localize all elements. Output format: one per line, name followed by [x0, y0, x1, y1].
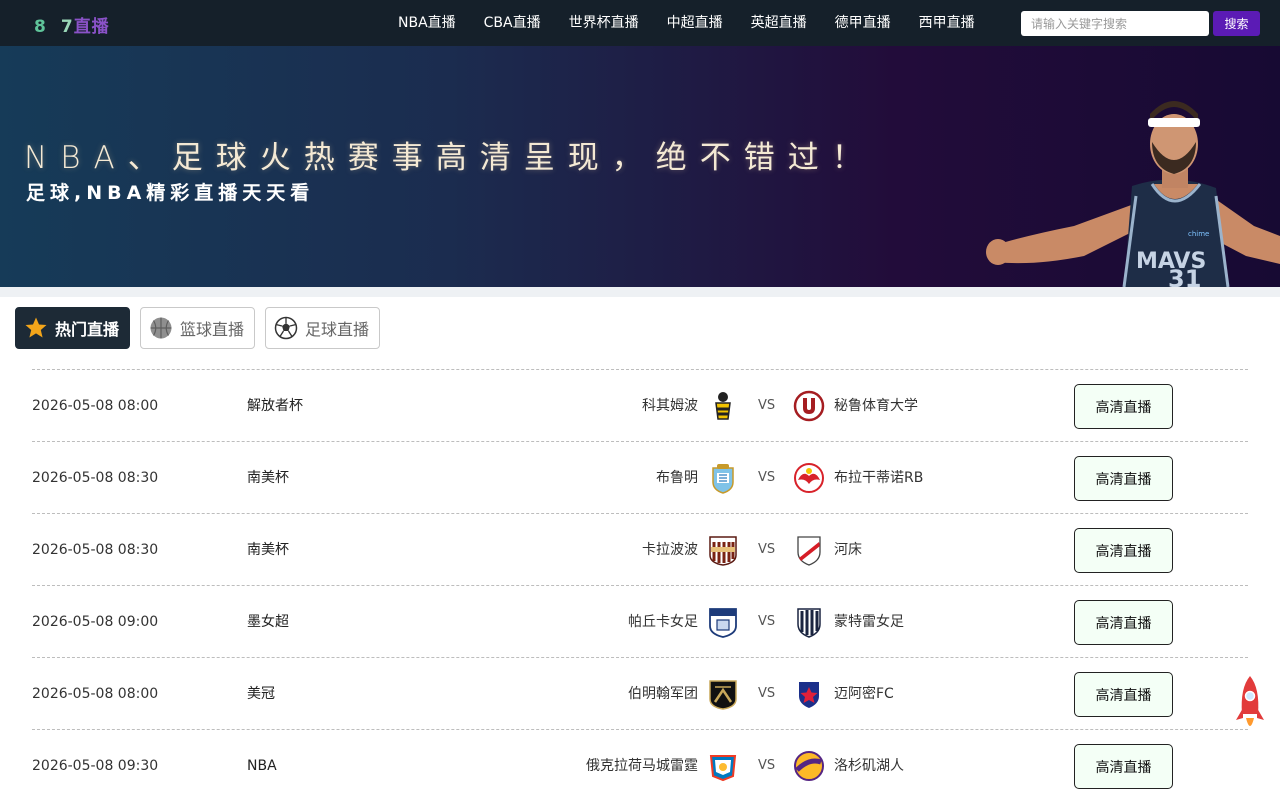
- match-time: 2026-05-08 09:00: [32, 614, 159, 630]
- match-time: 2026-05-08 08:00: [32, 686, 159, 702]
- main-nav: NBA直播 CBA直播 世界杯直播 中超直播 英超直播 德甲直播 西甲直播: [384, 0, 989, 46]
- home-team-logo: [709, 536, 737, 566]
- nav-laliga[interactable]: 西甲直播: [919, 0, 975, 46]
- back-to-top-rocket-icon[interactable]: [1234, 674, 1266, 736]
- home-team-name: 伯明翰军团: [628, 686, 698, 702]
- home-team-name: 俄克拉荷马城雷霆: [586, 758, 698, 774]
- away-team-logo: [797, 536, 821, 566]
- tab-soccer-live[interactable]: 足球直播: [265, 307, 381, 349]
- match-league: NBA: [247, 758, 277, 774]
- match-row: 2026-05-08 09:00 墨女超 帕丘卡女足 VS 蒙特雷女足 高清直播: [32, 585, 1248, 657]
- tab-hot-live[interactable]: 热门直播: [15, 307, 131, 349]
- match-row: 2026-05-08 09:30 NBA 俄克拉荷马城雷霆 VS 洛杉矶湖人 高…: [32, 729, 1248, 801]
- search-input[interactable]: [1021, 11, 1209, 36]
- away-team-name: 秘鲁体育大学: [834, 398, 918, 414]
- away-team-name: 迈阿密FC: [834, 686, 894, 702]
- logo-digit-7: 7: [60, 17, 74, 37]
- banner-title: NBA、足球火热赛事高清呈现，绝不错过！: [24, 140, 876, 176]
- top-header: 8 7直播 NBA直播 CBA直播 世界杯直播 中超直播 英超直播 德甲直播 西甲…: [0, 0, 1280, 46]
- vs-label: VS: [758, 542, 776, 557]
- match-league: 南美杯: [247, 470, 289, 486]
- logo-digit-8: 8: [34, 17, 47, 37]
- tab-label: 篮球直播: [180, 320, 245, 339]
- star-icon: [25, 317, 47, 338]
- match-league: 解放者杯: [247, 398, 303, 414]
- watch-live-button[interactable]: 高清直播: [1074, 600, 1173, 645]
- home-team-name: 科其姆波: [642, 398, 698, 414]
- away-team-logo: [794, 751, 824, 781]
- match-league: 南美杯: [247, 542, 289, 558]
- away-team-logo: [797, 608, 821, 638]
- banner-divider: [0, 287, 1280, 297]
- match-time: 2026-05-08 08:00: [32, 398, 159, 414]
- home-team-logo: [712, 464, 734, 494]
- vs-label: VS: [758, 686, 776, 701]
- home-team-name: 帕丘卡女足: [628, 614, 698, 630]
- logo-text: 直播: [73, 17, 110, 37]
- away-team-name: 蒙特雷女足: [834, 614, 904, 630]
- away-team-name: 河床: [834, 542, 862, 558]
- basketball-icon: [150, 317, 172, 339]
- home-team-logo: [709, 680, 737, 710]
- home-team-logo: [709, 608, 737, 638]
- nav-cba[interactable]: CBA直播: [484, 0, 541, 46]
- jersey-number: 31: [1168, 265, 1201, 287]
- category-tabs: 热门直播 篮球直播 足球直播: [15, 307, 390, 349]
- jersey-sponsor: chime: [1188, 230, 1209, 238]
- match-row: 2026-05-08 08:00 美冠 伯明翰军团 VS 迈阿密FC 高清直播: [32, 657, 1248, 729]
- away-team-name: 洛杉矶湖人: [834, 758, 904, 774]
- site-logo[interactable]: 8 7直播: [34, 12, 110, 37]
- home-team-name: 布鲁明: [656, 470, 698, 486]
- match-league: 墨女超: [247, 614, 289, 630]
- nav-csl[interactable]: 中超直播: [667, 0, 723, 46]
- soccer-ball-icon: [274, 316, 298, 340]
- watch-live-button[interactable]: 高清直播: [1074, 456, 1173, 501]
- watch-live-button[interactable]: 高清直播: [1074, 744, 1173, 789]
- hero-banner: NBA、足球火热赛事高清呈现，绝不错过！ 足球,NBA精彩直播天天看 chime…: [0, 46, 1280, 287]
- match-time: 2026-05-08 08:30: [32, 470, 159, 486]
- vs-label: VS: [758, 398, 776, 413]
- nav-bundesliga[interactable]: 德甲直播: [835, 0, 891, 46]
- home-team-logo: [709, 755, 737, 782]
- away-team-logo: [793, 390, 825, 422]
- match-league: 美冠: [247, 686, 275, 702]
- tab-label: 足球直播: [305, 320, 370, 339]
- match-list: 2026-05-08 08:00 解放者杯 科其姆波 VS 秘鲁体育大学 高清直…: [32, 369, 1248, 801]
- banner-subtitle: 足球,NBA精彩直播天天看: [26, 182, 315, 204]
- nav-nba[interactable]: NBA直播: [398, 0, 456, 46]
- tab-basketball-live[interactable]: 篮球直播: [140, 307, 256, 349]
- match-time: 2026-05-08 09:30: [32, 758, 159, 774]
- match-row: 2026-05-08 08:30 南美杯 卡拉波波 VS 河床 高清直播: [32, 513, 1248, 585]
- watch-live-button[interactable]: 高清直播: [1074, 384, 1173, 429]
- watch-live-button[interactable]: 高清直播: [1074, 528, 1173, 573]
- nav-world-cup[interactable]: 世界杯直播: [569, 0, 639, 46]
- vs-label: VS: [758, 614, 776, 629]
- nav-premier-league[interactable]: 英超直播: [751, 0, 807, 46]
- home-team-name: 卡拉波波: [642, 542, 698, 558]
- vs-label: VS: [758, 470, 776, 485]
- home-team-logo: [715, 392, 731, 420]
- search-button[interactable]: 搜索: [1213, 11, 1260, 36]
- match-row: 2026-05-08 08:30 南美杯 布鲁明 VS 布拉干蒂诺RB 高清直播: [32, 441, 1248, 513]
- tab-label: 热门直播: [55, 320, 120, 339]
- away-team-logo: [799, 682, 819, 708]
- away-team-name: 布拉干蒂诺RB: [834, 470, 924, 486]
- away-team-logo: [794, 463, 824, 493]
- match-row: 2026-05-08 08:00 解放者杯 科其姆波 VS 秘鲁体育大学 高清直…: [32, 369, 1248, 441]
- match-time: 2026-05-08 08:30: [32, 542, 159, 558]
- watch-live-button[interactable]: 高清直播: [1074, 672, 1173, 717]
- vs-label: VS: [758, 758, 776, 773]
- basketball-player-image: chime MAVS 31: [986, 101, 1280, 287]
